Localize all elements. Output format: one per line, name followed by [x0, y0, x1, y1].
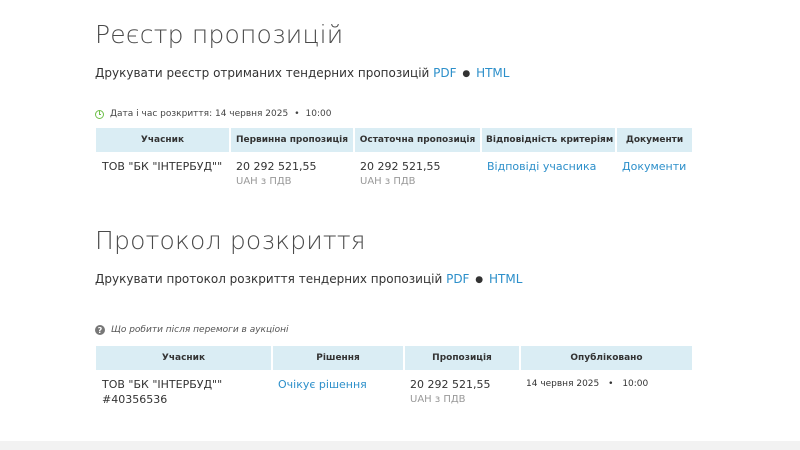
final-offer-cell: 20 292 521,55 UAH з ПДВ	[354, 152, 481, 189]
col-criteria: Відповідність критеріям	[481, 128, 617, 152]
registry-html-link[interactable]: HTML	[476, 66, 509, 80]
published-date: 14 червня 2025	[526, 379, 600, 389]
initial-currency: UAH з ПДВ	[236, 176, 292, 187]
col-documents: Документи	[616, 128, 692, 152]
published-cell: 14 червня 2025 • 10:00	[520, 370, 692, 407]
registry-pdf-link[interactable]: PDF	[433, 66, 456, 80]
clock-icon	[95, 109, 104, 119]
protocol-print-text: Друкувати протокол розкриття тендерних п…	[95, 272, 443, 286]
protocol-print-line: Друкувати протокол розкриття тендерних п…	[95, 272, 522, 286]
bullet-separator: ●	[475, 275, 484, 285]
protocol-pdf-link[interactable]: PDF	[446, 272, 469, 286]
participant-name: ТОВ "БК "ІНТЕРБУД""	[102, 378, 223, 391]
protocol-html-link[interactable]: HTML	[489, 272, 522, 286]
registry-table: Учасник Первинна пропозиція Остаточна пр…	[96, 128, 692, 189]
decision-cell: Очікує рішення	[272, 370, 404, 407]
documents-cell: Документи	[616, 152, 692, 189]
col-offer: Пропозиція	[404, 346, 521, 370]
table-row: ТОВ "БК "ІНТЕРБУД"" 20 292 521,55 UAH з …	[96, 152, 692, 189]
bullet-separator: ●	[462, 69, 471, 79]
help-link-row[interactable]: ? Що робити після перемоги в аукціоні	[95, 325, 289, 335]
awaiting-decision-link[interactable]: Очікує рішення	[278, 378, 367, 391]
col-final-offer: Остаточна пропозиція	[354, 128, 482, 152]
table-row: ТОВ "БК "ІНТЕРБУД"" #40356536 Очікує ріш…	[96, 370, 692, 407]
criteria-cell: Відповіді учасника	[481, 152, 616, 189]
participant-cell: ТОВ "БК "ІНТЕРБУД"" #40356536	[96, 370, 272, 407]
question-icon: ?	[95, 325, 105, 335]
participant-name: ТОВ "БК "ІНТЕРБУД""	[102, 160, 223, 173]
final-amount: 20 292 521,55	[360, 160, 441, 173]
published-separator: •	[608, 379, 614, 389]
offer-amount: 20 292 521,55	[410, 378, 491, 391]
registry-print-text: Друкувати реєстр отриманих тендерних про…	[95, 66, 430, 80]
open-date-label: Дата і час розкриття: 14 червня 2025	[110, 109, 289, 119]
participant-answers-link[interactable]: Відповіді учасника	[487, 160, 596, 173]
initial-offer-cell: 20 292 521,55 UAH з ПДВ	[230, 152, 354, 189]
col-participant: Учасник	[96, 346, 273, 370]
col-participant: Учасник	[96, 128, 231, 152]
participant-code: #40356536	[102, 393, 168, 406]
open-date: Дата і час розкриття: 14 червня 2025 • 1…	[95, 109, 331, 119]
footer-strip	[0, 441, 800, 450]
page: Реєстр пропозицій Друкувати реєстр отрим…	[0, 0, 800, 441]
col-initial-offer: Первинна пропозиція	[230, 128, 355, 152]
col-published: Опубліковано	[520, 346, 692, 370]
offer-currency: UAH з ПДВ	[410, 394, 466, 405]
final-currency: UAH з ПДВ	[360, 176, 416, 187]
initial-amount: 20 292 521,55	[236, 160, 317, 173]
protocol-table: Учасник Рішення Пропозиція Опубліковано …	[96, 346, 692, 407]
open-time: 10:00	[305, 109, 332, 119]
registry-print-line: Друкувати реєстр отриманих тендерних про…	[95, 66, 509, 80]
protocol-table-header: Учасник Рішення Пропозиція Опубліковано	[96, 346, 692, 370]
registry-title: Реєстр пропозицій	[95, 20, 344, 49]
open-date-separator: •	[294, 109, 300, 119]
col-decision: Рішення	[272, 346, 405, 370]
help-text[interactable]: Що робити після перемоги в аукціоні	[111, 325, 289, 335]
registry-table-header: Учасник Первинна пропозиція Остаточна пр…	[96, 128, 692, 152]
protocol-title: Протокол розкриття	[95, 226, 366, 255]
offer-cell: 20 292 521,55 UAH з ПДВ	[404, 370, 520, 407]
published-time: 10:00	[622, 379, 649, 389]
documents-link[interactable]: Документи	[622, 160, 686, 173]
